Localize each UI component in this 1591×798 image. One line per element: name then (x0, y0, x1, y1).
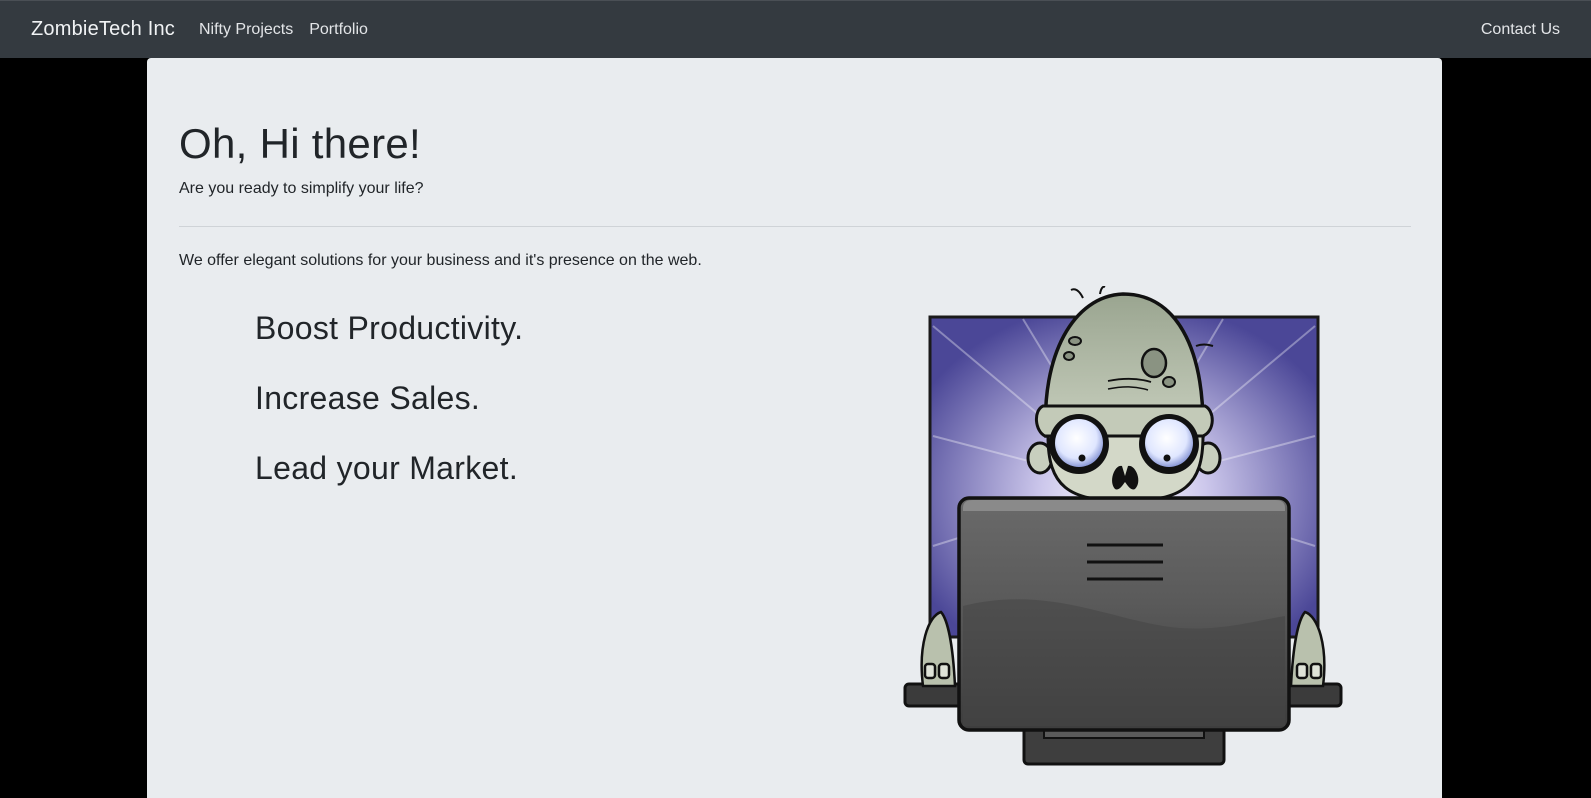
nav-link-portfolio[interactable]: Portfolio (309, 21, 368, 39)
benefit-sales: Increase Sales. (255, 380, 481, 416)
nav-link-nifty-projects[interactable]: Nifty Projects (199, 21, 293, 39)
brand-link[interactable]: ZombieTech Inc (31, 18, 175, 41)
nav-link-contact-us[interactable]: Contact Us (1481, 21, 1560, 39)
top-navbar: ZombieTech Inc Nifty Projects Portfolio … (0, 0, 1591, 58)
divider (179, 226, 1411, 227)
offer-text: We offer elegant solutions for your busi… (179, 252, 702, 269)
benefit-market: Lead your Market. (255, 450, 519, 486)
hero-heading: Oh, Hi there! (179, 120, 421, 167)
hero-lead: Are you ready to simplify your life? (179, 180, 424, 197)
benefit-productivity: Boost Productivity. (255, 310, 524, 346)
hero-jumbotron: Oh, Hi there! Are you ready to simplify … (147, 58, 1442, 798)
zombie-at-laptop-illustration (903, 286, 1343, 766)
